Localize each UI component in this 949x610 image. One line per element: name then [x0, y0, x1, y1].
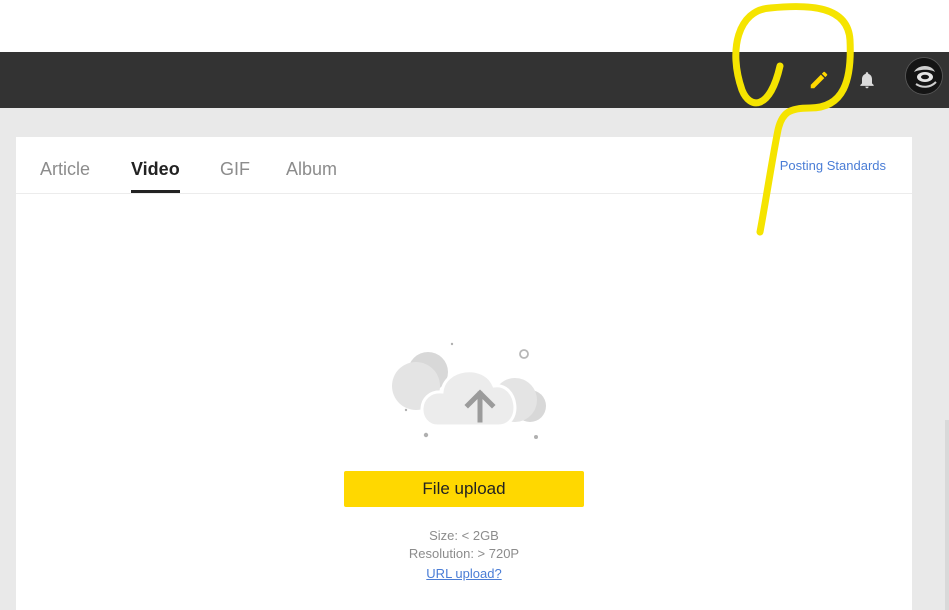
file-upload-button[interactable]: File upload — [344, 471, 584, 507]
pencil-icon[interactable] — [803, 64, 835, 96]
resolution-hint: Resolution: > 720P — [408, 546, 520, 561]
size-hint: Size: < 2GB — [429, 528, 499, 543]
post-type-tabs: Article Video GIF Album Posting Standard… — [16, 137, 912, 194]
avatar[interactable] — [906, 58, 942, 94]
tab-article[interactable]: Article — [40, 158, 90, 180]
tab-gif[interactable]: GIF — [220, 158, 250, 180]
url-upload-link[interactable]: URL upload? — [16, 566, 912, 581]
tab-video[interactable]: Video — [131, 158, 180, 193]
bell-icon[interactable] — [851, 64, 883, 96]
post-editor-card: Article Video GIF Album Posting Standard… — [16, 137, 912, 610]
top-navigation-bar — [0, 52, 949, 108]
tab-album[interactable]: Album — [286, 158, 337, 180]
top-blank-area — [0, 0, 949, 52]
posting-standards-link[interactable]: Posting Standards — [780, 158, 886, 173]
cloud-upload-icon — [388, 342, 548, 452]
scrollbar[interactable] — [945, 420, 949, 610]
